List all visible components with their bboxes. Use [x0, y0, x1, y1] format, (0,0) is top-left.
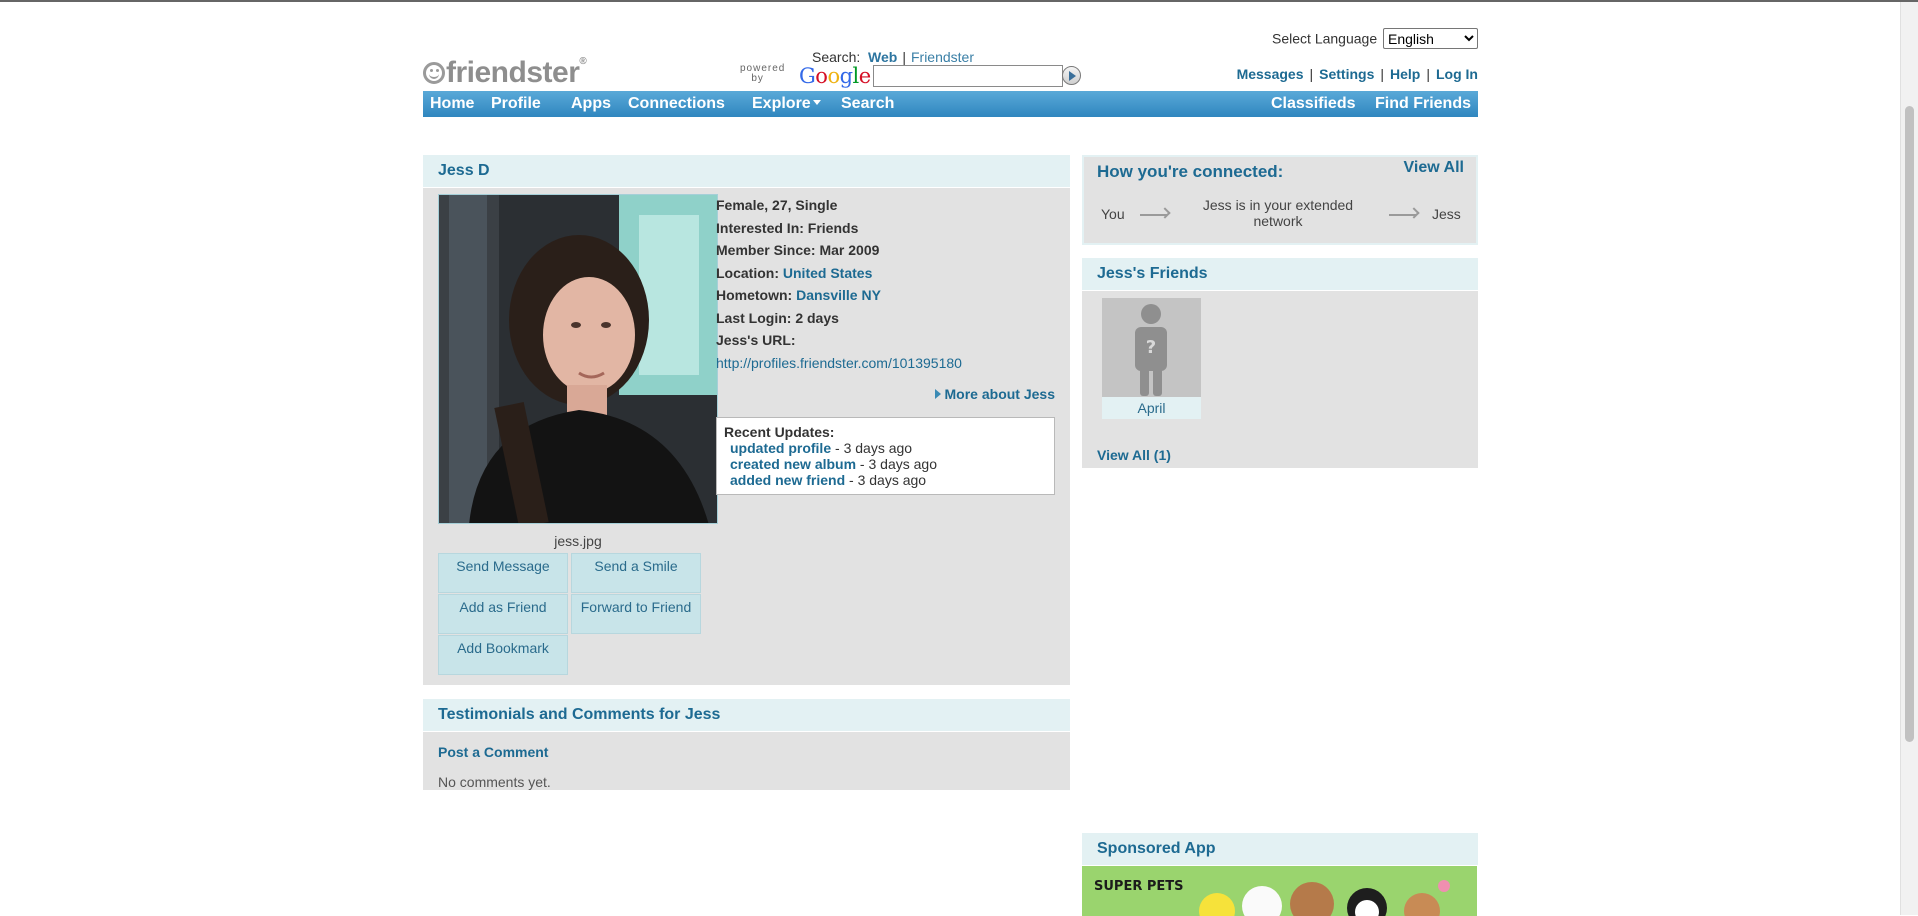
dropdown-caret-icon: [812, 100, 821, 105]
forward-friend-button[interactable]: Forward to Friend: [571, 594, 701, 634]
last-login-row: Last Login: 2 days: [716, 309, 839, 326]
sponsored-panel: Sponsored App SUPER PETS: [1082, 833, 1478, 916]
arrow-right-icon: [1140, 214, 1167, 216]
main-nav-bar: Home Profile Apps Connections Explore Se…: [423, 91, 1478, 117]
nav-profile[interactable]: Profile: [491, 95, 541, 113]
search-label: Search:: [812, 49, 861, 65]
search-input[interactable]: [873, 65, 1063, 87]
interested-in-row: Interested In: Friends: [716, 219, 859, 236]
friend-avatar: ?: [1102, 298, 1201, 397]
recent-updates-title: Recent Updates:: [724, 424, 835, 440]
hometown-row: Hometown: Dansville NY: [716, 287, 881, 303]
unknown-person-icon: ?: [1135, 304, 1167, 396]
search-web-link[interactable]: Web: [868, 49, 897, 65]
nav-apps[interactable]: Apps: [571, 95, 611, 113]
select-language-label: Select Language: [1272, 30, 1378, 47]
post-comment-link[interactable]: Post a Comment: [438, 744, 548, 760]
update-item: created new album - 3 days ago: [730, 456, 937, 472]
nav-home[interactable]: Home: [430, 95, 474, 113]
member-since-row: Member Since: Mar 2009: [716, 242, 880, 258]
no-comments-text: No comments yet.: [438, 774, 551, 790]
nav-classifieds[interactable]: Classifieds: [1271, 95, 1355, 113]
nav-connections[interactable]: Connections: [628, 95, 725, 113]
super-pets-ad-image: SUPER PETS: [1082, 866, 1477, 916]
settings-link[interactable]: Settings: [1319, 66, 1374, 82]
nav-search[interactable]: Search: [841, 95, 894, 113]
profile-url-label: Jess's URL:: [716, 332, 796, 348]
location-link[interactable]: United States: [783, 265, 872, 281]
connection-view-all-link[interactable]: View All: [1404, 159, 1464, 177]
recent-updates-box: Recent Updates: updated profile - 3 days…: [716, 417, 1055, 495]
location-row: Location: United States: [716, 264, 873, 281]
sponsored-heading: Sponsored App: [1082, 833, 1478, 866]
profile-photo[interactable]: [438, 194, 718, 524]
connection-end: Jess: [1432, 206, 1461, 222]
page-scrollbar[interactable]: [1900, 2, 1918, 915]
profile-photo-image: [439, 195, 717, 523]
triangle-right-icon: [934, 389, 941, 399]
scrollbar-thumb[interactable]: [1905, 106, 1914, 742]
connection-middle: Jess is in your extended network: [1202, 197, 1354, 229]
svg-text:?: ?: [1146, 337, 1156, 358]
add-friend-button[interactable]: Add as Friend: [438, 594, 568, 634]
powered-by-label: powered by: [740, 63, 786, 84]
nav-find-friends[interactable]: Find Friends: [1375, 95, 1471, 113]
login-link[interactable]: Log In: [1436, 66, 1478, 82]
friendster-logo[interactable]: friendster®: [423, 56, 587, 90]
comments-heading: Testimonials and Comments for Jess: [423, 699, 1070, 732]
friend-card[interactable]: ? April: [1102, 298, 1201, 419]
sponsored-app-banner[interactable]: SUPER PETS: [1082, 866, 1477, 916]
connection-you: You: [1101, 206, 1125, 222]
more-about-link[interactable]: More about Jess: [934, 386, 1055, 402]
comments-panel: Testimonials and Comments for Jess Post …: [423, 699, 1070, 790]
search-friendster-link[interactable]: Friendster: [911, 49, 974, 65]
page-container: Select Language English friendster® Sear…: [423, 0, 1478, 916]
update-item: added new friend - 3 days ago: [730, 472, 927, 488]
help-link[interactable]: Help: [1390, 66, 1420, 82]
arrow-right-icon: [1389, 214, 1416, 216]
google-logo: Google: [799, 64, 871, 88]
send-smile-button[interactable]: Send a Smile: [571, 553, 701, 593]
search-go-button[interactable]: [1062, 66, 1081, 85]
profile-url-link[interactable]: http://profiles.friendster.com/101395180: [716, 355, 962, 371]
account-links: Messages | Settings | Help | Log In: [1236, 66, 1478, 82]
add-bookmark-button[interactable]: Add Bookmark: [438, 635, 568, 675]
smiley-logo-icon: [423, 62, 445, 84]
nav-explore[interactable]: Explore: [752, 95, 821, 113]
language-selector: Select Language English: [1272, 28, 1478, 49]
messages-link[interactable]: Messages: [1237, 66, 1304, 82]
connection-panel: How you're connected: View All You Jess …: [1082, 155, 1478, 245]
friends-panel: Jess's Friends ? April View All (1): [1082, 258, 1478, 468]
logo-text: friendster: [446, 56, 580, 89]
send-message-button[interactable]: Send Message: [438, 553, 568, 593]
language-select[interactable]: English: [1383, 28, 1478, 49]
ad-text: SUPER PETS: [1094, 879, 1184, 894]
update-item: updated profile - 3 days ago: [730, 440, 913, 456]
profile-name-heading: Jess D: [423, 155, 1070, 188]
profile-panel: Jess D jess.jpg Send Message Send a Smil…: [423, 155, 1070, 685]
friends-heading: Jess's Friends: [1082, 258, 1478, 291]
friends-view-all-link[interactable]: View All (1): [1097, 447, 1171, 463]
profile-details: Female, 27, Single Interested In: Friend…: [716, 194, 962, 374]
profile-summary: Female, 27, Single: [716, 197, 838, 213]
friend-name: April: [1102, 397, 1201, 419]
search-scope: Search: Web | Friendster: [812, 49, 975, 65]
photo-caption: jess.jpg: [554, 533, 602, 549]
hometown-link[interactable]: Dansville NY: [796, 287, 881, 303]
play-arrow-icon: [1069, 71, 1076, 81]
